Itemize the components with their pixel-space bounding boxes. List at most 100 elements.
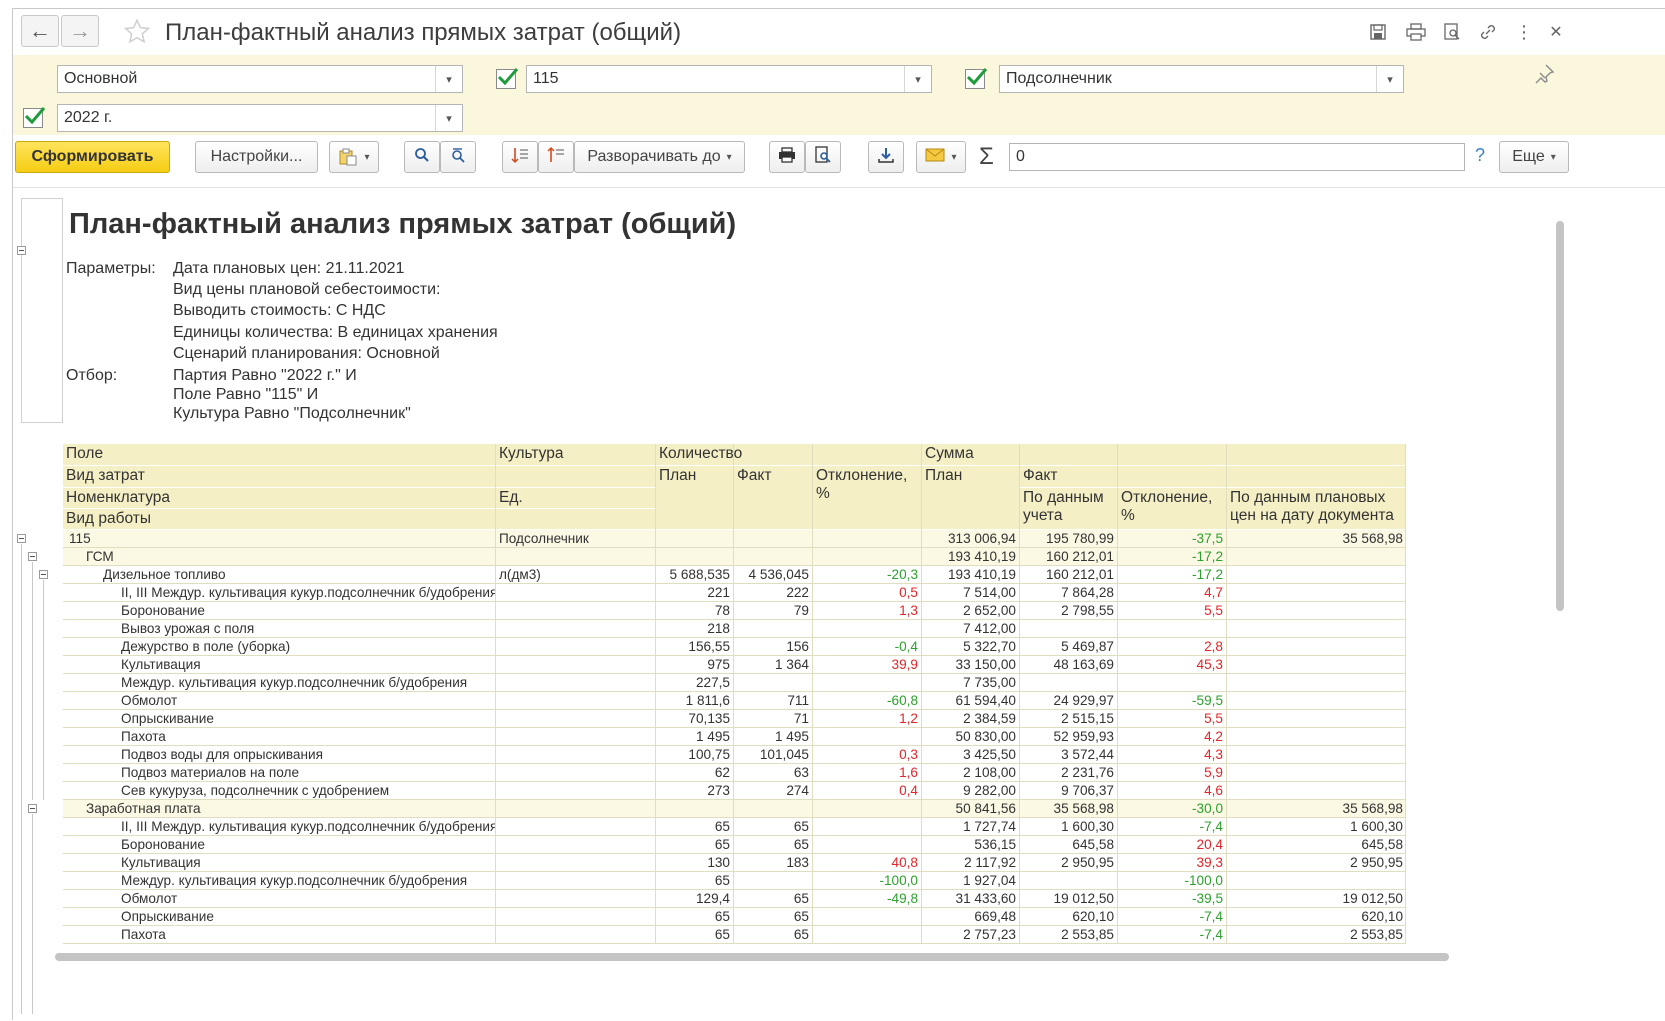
cell-sdev[interactable]: 5,5	[1118, 602, 1226, 620]
cell-splanned[interactable]	[1227, 638, 1406, 656]
vertical-scrollbar-thumb[interactable]	[1556, 221, 1564, 611]
cell-splanned[interactable]	[1227, 782, 1406, 800]
cell-sfact[interactable]: 7 864,28	[1020, 584, 1117, 602]
cell-splanned[interactable]: 2 950,95	[1227, 854, 1406, 872]
cell-splan[interactable]: 31 433,60	[922, 890, 1019, 908]
cell-sfact[interactable]: 645,58	[1020, 836, 1117, 854]
cell-splan[interactable]: 9 282,00	[922, 782, 1019, 800]
cell-splanned[interactable]	[1227, 674, 1406, 692]
cell-qfact[interactable]	[734, 674, 812, 692]
cell-splanned[interactable]: 1 600,30	[1227, 818, 1406, 836]
cell-sdev[interactable]: 4,7	[1118, 584, 1226, 602]
cell-splanned[interactable]	[1227, 746, 1406, 764]
row-name[interactable]: II, III Междур. культивация кукур.подсол…	[118, 818, 496, 836]
cell-splan[interactable]: 2 757,23	[922, 926, 1019, 944]
cell-qfact[interactable]: 4 536,045	[734, 566, 812, 584]
cell-splan[interactable]: 1 927,04	[922, 872, 1019, 890]
cell-splan[interactable]: 7 514,00	[922, 584, 1019, 602]
cell-qfact[interactable]: 274	[734, 782, 812, 800]
cell-sdev[interactable]: 39,3	[1118, 854, 1226, 872]
cell-qfact[interactable]: 101,045	[734, 746, 812, 764]
download-button[interactable]	[868, 141, 904, 173]
cell-qfact[interactable]: 65	[734, 836, 812, 854]
cell-qdev[interactable]: 0,5	[813, 584, 921, 602]
cell-culture[interactable]	[496, 620, 655, 638]
cell-sdev[interactable]: 2,8	[1118, 638, 1226, 656]
cell-qfact[interactable]	[734, 800, 812, 818]
help-button[interactable]: ?	[1475, 145, 1485, 166]
cell-qplan[interactable]: 130	[656, 854, 733, 872]
field-select[interactable]: 115 ▾	[526, 65, 932, 93]
cell-qfact[interactable]: 63	[734, 764, 812, 782]
row-name[interactable]: Междур. культивация кукур.подсолнечник б…	[118, 872, 496, 890]
cell-sfact[interactable]: 5 469,87	[1020, 638, 1117, 656]
cell-qplan[interactable]: 975	[656, 656, 733, 674]
cell-sdev[interactable]	[1118, 674, 1226, 692]
cell-splan[interactable]: 50 841,56	[922, 800, 1019, 818]
cell-splan[interactable]: 7 412,00	[922, 620, 1019, 638]
cell-sdev[interactable]: 4,6	[1118, 782, 1226, 800]
cell-culture[interactable]	[496, 584, 655, 602]
cell-sdev[interactable]: -59,5	[1118, 692, 1226, 710]
cell-sfact[interactable]: 2 553,85	[1020, 926, 1117, 944]
cell-sfact[interactable]: 24 929,97	[1020, 692, 1117, 710]
cell-qdev[interactable]: -60,8	[813, 692, 921, 710]
cell-sfact[interactable]: 3 572,44	[1020, 746, 1117, 764]
cell-splanned[interactable]	[1227, 602, 1406, 620]
cell-qfact[interactable]	[734, 620, 812, 638]
cell-culture[interactable]	[496, 710, 655, 728]
cell-qfact[interactable]: 1 495	[734, 728, 812, 746]
cell-splanned[interactable]	[1227, 872, 1406, 890]
cell-qdev[interactable]	[813, 836, 921, 854]
cell-splanned[interactable]	[1227, 656, 1406, 674]
cell-culture[interactable]	[496, 602, 655, 620]
settings-button[interactable]: Настройки...	[195, 141, 318, 173]
row-name[interactable]: Культивация	[118, 656, 496, 674]
cell-qfact[interactable]	[734, 530, 812, 548]
row-name[interactable]: Подвоз материалов на поле	[118, 764, 496, 782]
cell-qdev[interactable]: 39,9	[813, 656, 921, 674]
cell-sdev[interactable]: -37,5	[1118, 530, 1226, 548]
cell-sfact[interactable]: 19 012,50	[1020, 890, 1117, 908]
row-name[interactable]: Подвоз воды для опрыскивания	[118, 746, 496, 764]
variant-button[interactable]: ▾	[329, 141, 379, 173]
cell-qdev[interactable]	[813, 908, 921, 926]
cell-splan[interactable]: 313 006,94	[922, 530, 1019, 548]
cell-splan[interactable]: 33 150,00	[922, 656, 1019, 674]
cell-qfact[interactable]: 71	[734, 710, 812, 728]
cell-qplan[interactable]: 129,4	[656, 890, 733, 908]
cell-sdev[interactable]: 4,3	[1118, 746, 1226, 764]
chevron-down-icon[interactable]: ▾	[435, 66, 462, 92]
collapse-field-icon[interactable]	[17, 534, 26, 543]
cell-qplan[interactable]: 78	[656, 602, 733, 620]
cell-sfact[interactable]: 35 568,98	[1020, 800, 1117, 818]
cell-splan[interactable]: 50 830,00	[922, 728, 1019, 746]
cell-culture[interactable]	[496, 800, 655, 818]
cell-sfact[interactable]: 160 212,01	[1020, 548, 1117, 566]
cell-culture[interactable]	[496, 872, 655, 890]
sum-field[interactable]: 0	[1009, 143, 1465, 171]
horizontal-scrollbar-thumb[interactable]	[55, 953, 1449, 961]
scenario-select[interactable]: Основной ▾	[57, 65, 463, 93]
cell-sfact[interactable]: 2 231,76	[1020, 764, 1117, 782]
cell-qfact[interactable]: 65	[734, 908, 812, 926]
cell-culture[interactable]	[496, 908, 655, 926]
cell-sfact[interactable]: 620,10	[1020, 908, 1117, 926]
cell-qdev[interactable]: 0,3	[813, 746, 921, 764]
cell-sfact[interactable]	[1020, 674, 1117, 692]
cell-culture[interactable]: Подсолнечник	[496, 530, 655, 548]
cell-splan[interactable]: 2 108,00	[922, 764, 1019, 782]
cell-qplan[interactable]	[656, 800, 733, 818]
row-name[interactable]: Междур. культивация кукур.подсолнечник б…	[118, 674, 496, 692]
cell-qdev[interactable]	[813, 818, 921, 836]
cell-qplan[interactable]: 273	[656, 782, 733, 800]
cell-splanned[interactable]	[1227, 710, 1406, 728]
batch-select[interactable]: 2022 г. ▾	[57, 104, 463, 132]
cell-splan[interactable]: 669,48	[922, 908, 1019, 926]
cell-culture[interactable]	[496, 836, 655, 854]
row-name[interactable]: Культивация	[118, 854, 496, 872]
cell-qfact[interactable]: 65	[734, 818, 812, 836]
cell-sdev[interactable]: 4,2	[1118, 728, 1226, 746]
cell-sfact[interactable]: 9 706,37	[1020, 782, 1117, 800]
pin-icon[interactable]	[1533, 63, 1559, 89]
